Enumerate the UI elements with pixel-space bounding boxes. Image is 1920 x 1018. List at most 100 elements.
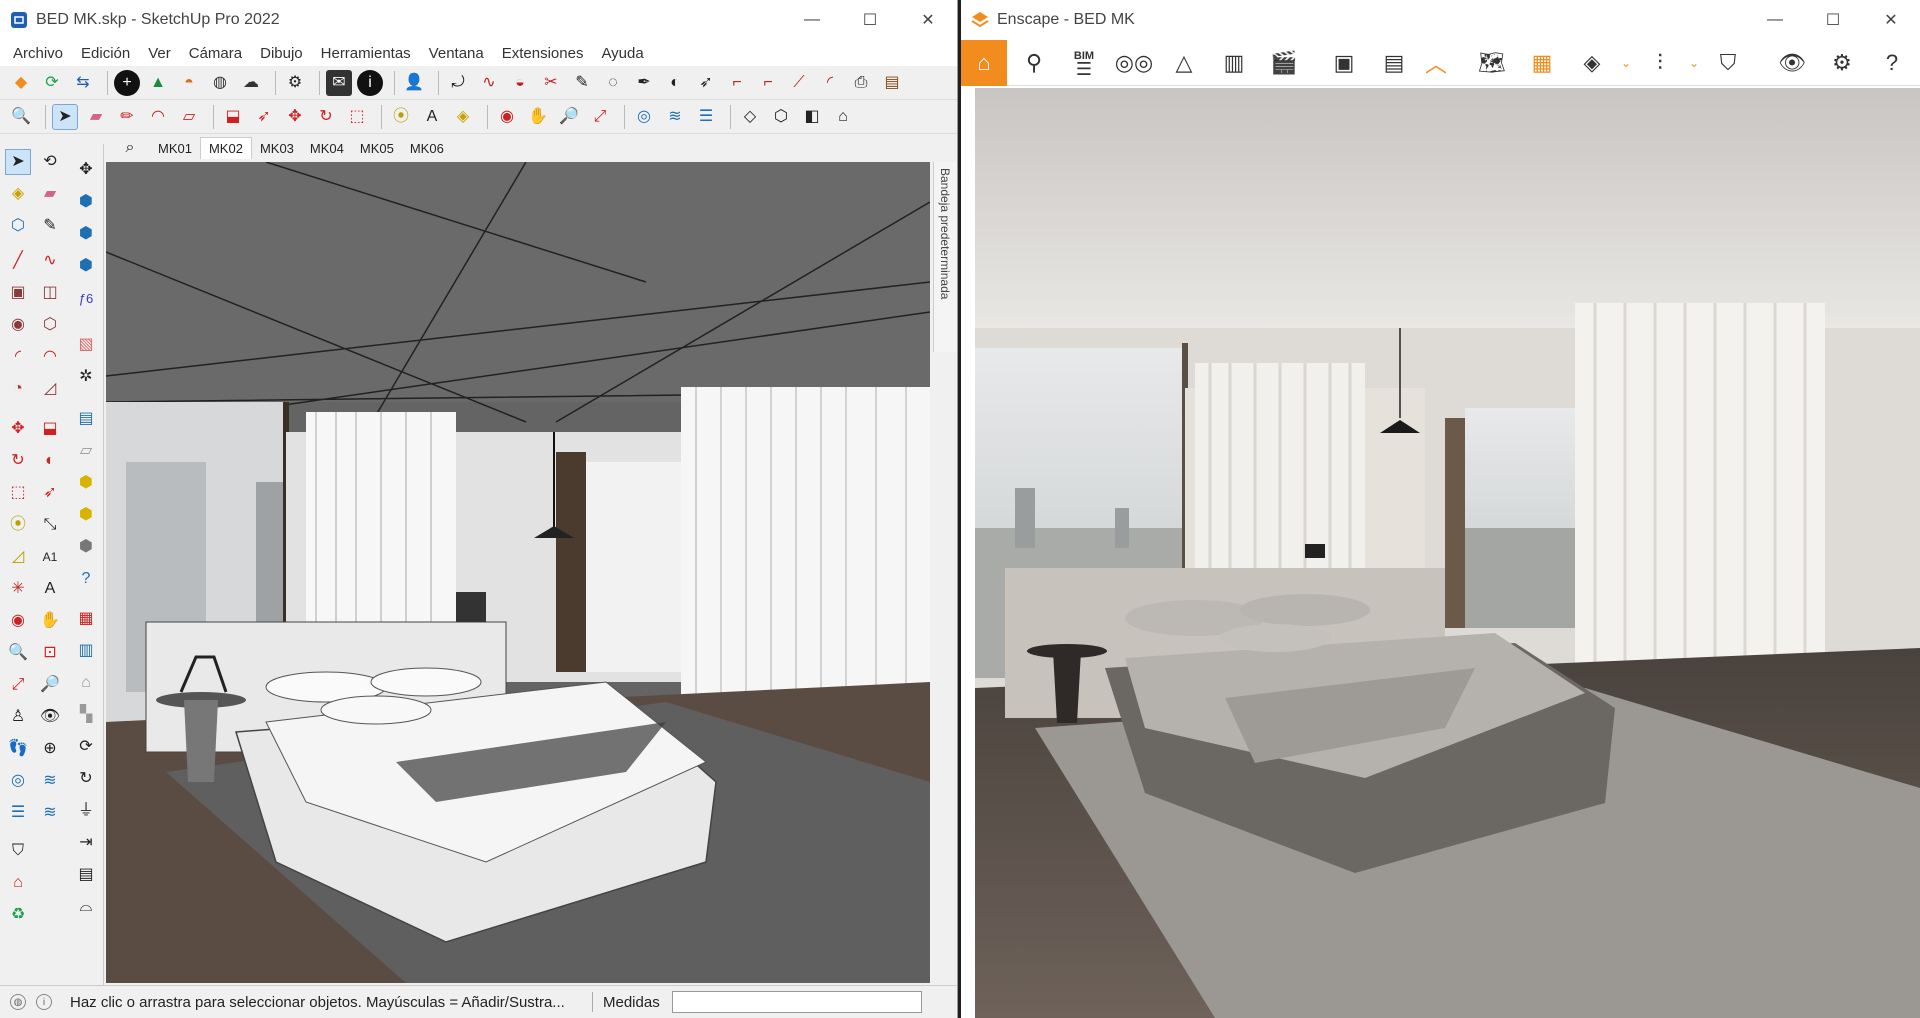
circle-icon[interactable]: ◉: [5, 312, 31, 338]
pan-icon[interactable]: ✋: [37, 608, 63, 634]
tab-mk04[interactable]: MK04: [302, 138, 352, 159]
follow-me-icon[interactable]: ➶: [251, 104, 277, 130]
shield-icon[interactable]: ⛉: [5, 838, 31, 864]
scale-icon[interactable]: ⬚: [344, 104, 370, 130]
ruler-icon[interactable]: ⫶: [1637, 40, 1683, 86]
tag-tool-icon[interactable]: ✎: [37, 213, 63, 239]
extension-icon[interactable]: ≋: [662, 104, 688, 130]
shape-tool-icon[interactable]: ◒: [507, 70, 533, 96]
rotated-rectangle-icon[interactable]: ◫: [37, 280, 63, 306]
sketchup-viewport[interactable]: [106, 162, 930, 983]
component-icon[interactable]: ⬡: [5, 213, 31, 239]
brick-icon[interactable]: ▦: [73, 606, 99, 632]
asset-library-icon[interactable]: ▦: [1519, 40, 1565, 86]
menu-camara[interactable]: Cámara: [180, 45, 251, 62]
style-icon[interactable]: ◧: [799, 104, 825, 130]
text-tool-icon[interactable]: A: [419, 104, 445, 130]
menu-ver[interactable]: Ver: [139, 45, 180, 62]
geo-location-icon[interactable]: ◍: [10, 994, 26, 1010]
binoculars-icon[interactable]: ◎◎: [1111, 40, 1157, 86]
window-icon[interactable]: ▥: [73, 638, 99, 664]
house-icon[interactable]: ⌂: [830, 104, 856, 130]
close-button[interactable]: ✕: [899, 0, 957, 40]
buildings-icon[interactable]: ▥: [1211, 40, 1257, 86]
previous-view-icon[interactable]: 🔎: [37, 672, 63, 698]
bim-button[interactable]: BIM ☰: [1061, 40, 1107, 86]
text-icon[interactable]: A1: [37, 544, 63, 570]
section-icon[interactable]: ⊕: [37, 736, 63, 762]
offset-icon[interactable]: ➶: [37, 480, 63, 506]
brush-icon[interactable]: ✎: [569, 70, 595, 96]
select-arrow-icon[interactable]: ➤: [52, 103, 78, 130]
freehand-icon[interactable]: ∿: [37, 248, 63, 274]
protractor-icon[interactable]: ◿: [5, 544, 31, 570]
layers-icon[interactable]: ☰: [693, 104, 719, 130]
default-tray-tab[interactable]: Bandeja predeterminada: [933, 162, 957, 352]
menu-herramientas[interactable]: Herramientas: [312, 45, 420, 62]
menu-edicion[interactable]: Edición: [72, 45, 139, 62]
visual-settings-eye-icon[interactable]: 👁: [1769, 40, 1815, 86]
vr-headset-icon[interactable]: ⛉: [1705, 40, 1751, 86]
clapperboard-icon[interactable]: 🎬: [1261, 40, 1307, 86]
collapse-chevron-icon[interactable]: ︿: [1421, 40, 1451, 86]
pushpull-tool-icon[interactable]: ⬓: [37, 416, 63, 442]
magic-icon[interactable]: ✲: [73, 364, 99, 390]
printer-icon[interactable]: ⎙: [848, 70, 874, 96]
axes-icon[interactable]: ✳: [5, 576, 31, 602]
zoom-window-icon[interactable]: ⊡: [37, 640, 63, 666]
dimension-icon[interactable]: ⤡: [37, 512, 63, 538]
general-settings-gear-icon[interactable]: ⚙: [1819, 40, 1865, 86]
settings-gear-icon[interactable]: ⚙: [282, 70, 308, 96]
scene-search-icon[interactable]: ⌕: [120, 135, 140, 161]
book-icon[interactable]: ▤: [879, 70, 905, 96]
tape-measure-icon[interactable]: ⦿: [388, 104, 414, 130]
line-tool-icon[interactable]: ╱: [5, 248, 31, 274]
zoom-icon[interactable]: 🔎: [556, 104, 582, 130]
export-icon[interactable]: ⇥: [73, 830, 99, 856]
pan-hand-icon[interactable]: ✋: [525, 104, 551, 130]
pie-icon[interactable]: ◔: [5, 376, 31, 402]
enscape-render-view[interactable]: [975, 88, 1920, 1018]
move-tool-icon[interactable]: ✥: [5, 416, 31, 442]
eraser-icon[interactable]: ▰: [83, 104, 109, 130]
curve-icon[interactable]: ∿: [476, 70, 502, 96]
help-icon[interactable]: ?: [1869, 40, 1915, 86]
map-icon[interactable]: 🗺: [1469, 40, 1515, 86]
lighting-icon[interactable]: △: [1161, 40, 1207, 86]
material-icon[interactable]: ◈: [1569, 40, 1615, 86]
export-render-icon[interactable]: ▤: [1371, 40, 1417, 86]
eraser-tool-icon[interactable]: ▰: [37, 181, 63, 207]
paint-icon[interactable]: ◈: [5, 181, 31, 207]
minimize-button[interactable]: —: [783, 0, 841, 40]
smoove-icon[interactable]: ⌓: [73, 894, 99, 920]
map-icon[interactable]: ▤: [73, 406, 99, 432]
component-box-icon[interactable]: ⬡: [768, 104, 794, 130]
recycle-icon[interactable]: ♻: [5, 902, 31, 928]
yellow-cube-icon[interactable]: ⬢: [73, 470, 99, 496]
paint-bucket-icon[interactable]: ◈: [450, 104, 476, 130]
credits-icon[interactable]: i: [36, 994, 52, 1010]
surface-icon[interactable]: ▱: [73, 438, 99, 464]
landscape-icon[interactable]: ◓: [176, 70, 202, 96]
cloud-upload-icon[interactable]: ☁: [238, 70, 264, 96]
cube-dark-icon[interactable]: ⬢: [73, 253, 99, 279]
push-pull-icon[interactable]: ⬓: [220, 104, 246, 130]
tab-mk06[interactable]: MK06: [402, 138, 452, 159]
enscape-minimize-button[interactable]: —: [1746, 0, 1804, 40]
maximize-button[interactable]: ☐: [841, 0, 899, 40]
fold-icon[interactable]: ◿: [37, 376, 63, 402]
bend-icon[interactable]: ⌐: [724, 70, 750, 96]
sandbox-icon[interactable]: ⌂: [5, 870, 31, 896]
3d-text-icon[interactable]: A: [37, 576, 63, 602]
scissors-icon[interactable]: ✂: [538, 70, 564, 96]
pencil-icon[interactable]: ✏: [114, 104, 140, 130]
move-icon[interactable]: ✥: [282, 104, 308, 130]
select-tool-icon[interactable]: ➤: [5, 149, 31, 175]
position-camera-icon[interactable]: ♙: [5, 704, 31, 730]
menu-archivo[interactable]: Archivo: [4, 45, 72, 62]
batch-render-icon[interactable]: ▣: [1321, 40, 1367, 86]
cycle-icon[interactable]: ↻: [73, 766, 99, 792]
orbit-tool-icon[interactable]: ⟲: [37, 149, 63, 175]
enscape-maximize-button[interactable]: ☐: [1804, 0, 1862, 40]
document-icon[interactable]: ▤: [73, 862, 99, 888]
